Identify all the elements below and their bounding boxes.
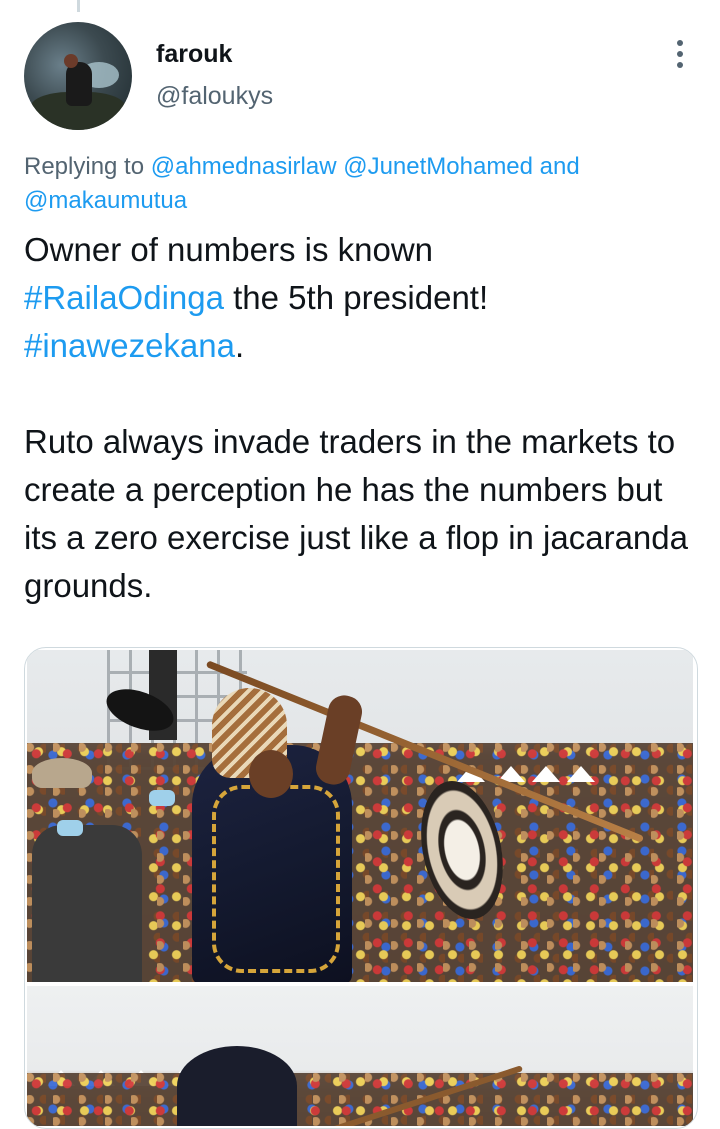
- tweet-line: Owner of numbers is known: [24, 231, 434, 268]
- avatar-person-head: [64, 54, 78, 68]
- tent: [532, 766, 560, 782]
- leader-silhouette: [177, 1046, 297, 1126]
- tweet-line-rest: .: [235, 327, 245, 364]
- author-handle[interactable]: @faloukys: [156, 82, 273, 111]
- mention-link[interactable]: @makaumutua: [24, 187, 187, 214]
- replying-to-line: Replying to @ahmednasirlaw @JunetMohamed…: [24, 150, 694, 218]
- avatar-person: [66, 62, 92, 106]
- thread-connector-line: [77, 0, 80, 12]
- tweet-paragraph: Ruto always invade traders in the market…: [24, 423, 688, 604]
- tweet-text: Owner of numbers is known #RailaOdinga t…: [24, 226, 696, 610]
- mention-link[interactable]: @JunetMohamed: [343, 153, 533, 180]
- person-in-suit: [32, 825, 142, 982]
- leader-face: [249, 750, 293, 798]
- dot: [677, 51, 683, 57]
- hashtag-link[interactable]: #inawezekana: [24, 327, 235, 364]
- avatar[interactable]: [24, 22, 132, 130]
- tweet-photo-1[interactable]: [27, 650, 693, 982]
- dot: [677, 62, 683, 68]
- replying-prefix: Replying to: [24, 153, 145, 180]
- tweet-photo-2[interactable]: [27, 986, 693, 1126]
- face-mask: [149, 790, 175, 806]
- tweet-line-rest: the 5th president!: [223, 279, 489, 316]
- tweet-line: #inawezekana.: [24, 322, 696, 370]
- tweet-media-grid[interactable]: [24, 647, 698, 1129]
- hashtag-link[interactable]: #RailaOdinga: [24, 279, 224, 316]
- mention-link[interactable]: @ahmednasirlaw: [151, 153, 337, 180]
- author-display-name[interactable]: farouk: [156, 40, 232, 69]
- replying-conjunction: and: [539, 153, 580, 180]
- robe-pattern: [212, 785, 340, 973]
- tent: [567, 766, 595, 782]
- tweet-line: #RailaOdinga the 5th president!: [24, 274, 696, 322]
- dot: [677, 40, 683, 46]
- more-vertical-icon[interactable]: [670, 40, 690, 68]
- face-mask: [57, 820, 83, 836]
- hat: [32, 758, 92, 788]
